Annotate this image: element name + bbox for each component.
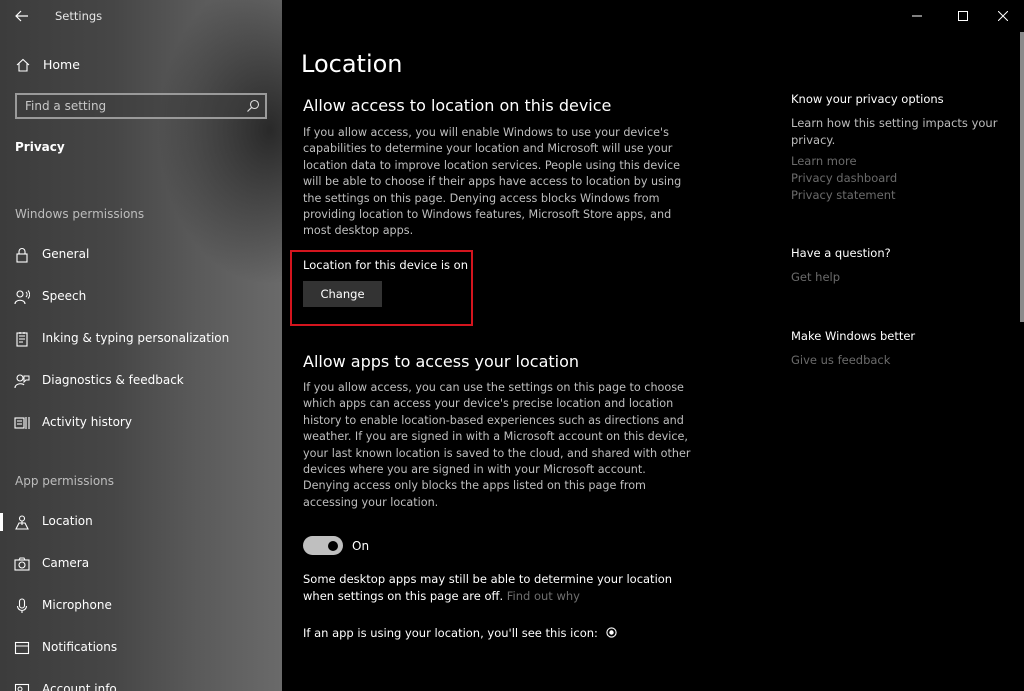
camera-icon	[14, 557, 30, 571]
main-content: Location Allow access to location on thi…	[282, 0, 1024, 691]
app-title: Settings	[55, 9, 103, 23]
sidebar-item-label: Notifications	[42, 640, 118, 654]
sidebar-item-diagnostics[interactable]: Diagnostics & feedback	[0, 364, 282, 398]
sidebar-item-label: Microphone	[42, 598, 112, 612]
sidebar-item-location[interactable]: Location	[0, 505, 282, 539]
activity-icon	[14, 417, 30, 429]
windows-permissions-label: Windows permissions	[15, 207, 145, 221]
privacy-options-heading: Know your privacy options	[791, 92, 944, 106]
diagnostics-icon	[14, 374, 30, 389]
sidebar-item-general[interactable]: General	[0, 238, 282, 272]
account-icon	[14, 683, 30, 691]
location-status-text: Location for this device is on	[303, 258, 468, 272]
speech-icon	[14, 290, 30, 305]
search-input[interactable]	[25, 98, 235, 114]
location-toggle[interactable]	[303, 536, 343, 555]
scrollbar[interactable]	[1020, 32, 1024, 322]
sidebar-item-label: Camera	[42, 556, 90, 570]
location-in-use-icon	[605, 627, 617, 638]
sidebar-item-label: Location	[42, 514, 93, 528]
section-title-privacy: Privacy	[15, 140, 65, 154]
learn-more-link[interactable]: Learn more	[791, 154, 857, 168]
sidebar-item-microphone[interactable]: Microphone	[0, 589, 282, 623]
sidebar-item-label: Account info	[42, 682, 117, 691]
find-out-why-link[interactable]: Find out why	[507, 589, 580, 603]
back-arrow-icon	[15, 10, 28, 22]
lock-icon	[16, 248, 28, 263]
sidebar-item-activity-history[interactable]: Activity history	[0, 406, 282, 440]
sidebar-item-speech[interactable]: Speech	[0, 280, 282, 314]
sidebar-item-inking[interactable]: Inking & typing personalization	[0, 322, 282, 356]
location-icon-note: If an app is using your location, you'll…	[303, 626, 617, 640]
home-icon	[16, 58, 30, 72]
location-icon-note-text: If an app is using your location, you'll…	[303, 626, 598, 640]
search-icon[interactable]	[246, 99, 260, 113]
notifications-icon	[14, 641, 30, 655]
get-help-link[interactable]: Get help	[791, 270, 840, 284]
sidebar-item-label: Speech	[42, 289, 87, 303]
home-label: Home	[43, 57, 80, 72]
desktop-apps-note: Some desktop apps may still be able to d…	[303, 571, 703, 604]
give-feedback-link[interactable]: Give us feedback	[791, 353, 890, 367]
sidebar-item-notifications[interactable]: Notifications	[0, 631, 282, 665]
inking-icon	[16, 332, 28, 347]
sidebar: Settings Home Privacy Windows permission…	[0, 0, 282, 691]
privacy-statement-link[interactable]: Privacy statement	[791, 188, 896, 202]
make-windows-better-heading: Make Windows better	[791, 329, 916, 343]
desktop-apps-note-text: Some desktop apps may still be able to d…	[303, 572, 673, 603]
page-title: Location	[301, 50, 403, 78]
sidebar-item-label: Inking & typing personalization	[42, 331, 230, 345]
toggle-knob	[328, 540, 338, 551]
home-button[interactable]: Home	[0, 52, 282, 78]
sidebar-item-account-info[interactable]: Account info	[0, 673, 282, 691]
sidebar-item-label: General	[42, 247, 90, 261]
privacy-options-text: Learn how this setting impacts your priv…	[791, 116, 998, 147]
sidebar-item-camera[interactable]: Camera	[0, 547, 282, 581]
app-permissions-label: App permissions	[15, 474, 115, 488]
toggle-state-label: On	[352, 539, 370, 553]
selection-indicator	[0, 513, 3, 531]
change-button[interactable]: Change	[303, 281, 382, 307]
apps-section-description: If you allow access, you can use the set…	[303, 381, 691, 509]
microphone-icon	[16, 598, 28, 613]
search-box[interactable]	[15, 93, 267, 119]
sidebar-item-label: Diagnostics & feedback	[42, 373, 184, 387]
privacy-dashboard-link[interactable]: Privacy dashboard	[791, 171, 897, 185]
device-section-heading: Allow access to location on this device	[303, 96, 612, 115]
titlebar-left: Settings	[0, 0, 282, 32]
device-section-description: If you allow access, you will enable Win…	[303, 126, 682, 238]
sidebar-item-label: Activity history	[42, 415, 132, 429]
question-heading: Have a question?	[791, 246, 891, 260]
back-button[interactable]	[10, 4, 34, 28]
location-icon	[15, 515, 29, 530]
apps-section-heading: Allow apps to access your location	[303, 352, 580, 371]
